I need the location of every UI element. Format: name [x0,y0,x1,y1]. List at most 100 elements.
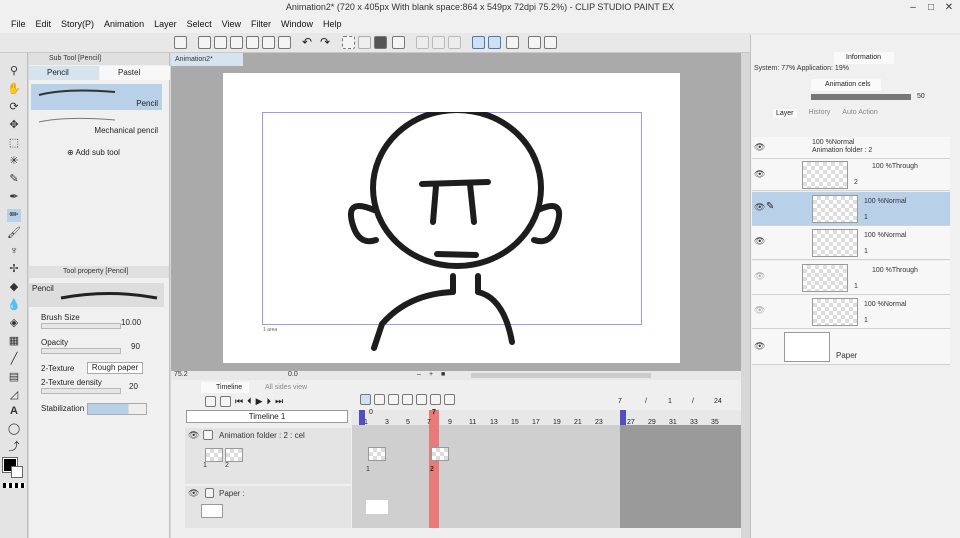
pen-icon[interactable]: ✒ [7,191,21,204]
airbrush-icon[interactable]: ♆ [7,245,21,258]
decoration-icon[interactable]: ✢ [7,263,21,276]
texture-density-value[interactable]: 20 [129,382,138,391]
eye-icon[interactable]: 👁 [754,202,765,213]
fill-icon[interactable] [374,36,387,49]
figure-icon[interactable]: ╱ [7,353,21,366]
close-button[interactable]: ✕ [942,1,956,15]
go-to-end-button[interactable]: ⏭ [275,396,283,407]
layer-row[interactable]: 👁 100 %Normal 1 [752,295,950,329]
app-icon[interactable] [174,36,187,49]
eye-icon[interactable]: 👁 [754,169,765,180]
cloud-icon[interactable] [528,36,541,49]
layer-row[interactable]: 👁 100 %Normal 1 [752,226,950,260]
eye-icon[interactable]: 👁 [754,142,765,153]
redo-icon[interactable]: ↷ [320,35,330,49]
zoom-out-button[interactable]: – [417,371,421,378]
next-frame-button[interactable]: ⏵ [267,396,272,407]
menu-story[interactable]: Story(P) [56,17,99,33]
stabilization-slider[interactable] [87,403,147,415]
play-button[interactable]: ▶ [256,396,263,407]
brush-size-slider[interactable] [41,323,121,329]
texture-density-slider[interactable] [41,388,121,394]
snap-ruler-icon[interactable] [472,36,485,49]
layer-row-paper[interactable]: 👁 Paper [752,329,950,365]
fill-bucket-icon[interactable]: ◈ [7,317,21,330]
snap-special-ruler-icon[interactable] [488,36,501,49]
text-icon[interactable]: A [7,405,21,418]
cel-1-marker[interactable] [368,447,386,461]
eye-icon[interactable]: 👁 [188,488,199,499]
menu-help[interactable]: Help [318,17,347,33]
cel-2-marker[interactable] [431,447,449,461]
hand-icon[interactable]: ✋ [7,83,21,96]
menu-view[interactable]: View [217,17,246,33]
prev-frame-button[interactable]: ⏴ [247,396,252,407]
print-icon[interactable] [262,36,275,49]
brush-size-value[interactable]: 10.00 [121,318,141,327]
track-animation-folder[interactable]: 👁 Animation folder : 2 : cel 1 2 [185,428,351,484]
menu-animation[interactable]: Animation [99,17,149,33]
specify-cel-icon[interactable] [402,394,413,405]
layer-row-selected[interactable]: 👁 ✎ 100 %Normal 1 [752,192,950,226]
move-icon[interactable]: ✥ [7,119,21,132]
eye-icon[interactable]: 👁 [754,305,765,316]
selection-icon[interactable] [342,36,355,49]
new-cel-icon[interactable] [374,394,385,405]
opacity-bar[interactable] [811,94,911,100]
layer-row-animation-folder[interactable]: 👁 100 %Normal Animation folder : 2 [752,137,950,159]
zoom-icon[interactable]: ⚲ [7,65,21,78]
tab-history[interactable]: History [809,109,831,118]
horizontal-scrollbar[interactable] [471,373,651,378]
delete-cel-icon[interactable] [416,394,427,405]
export-icon[interactable] [246,36,259,49]
go-to-start-button[interactable]: ⏮ [235,396,243,407]
pencil-icon[interactable]: ✏ [7,209,21,222]
tab-auto-action[interactable]: Auto Action [842,109,877,118]
timeline-select[interactable]: Timeline 1 [186,410,348,423]
tab-all-sides-view[interactable]: All sides view [251,382,321,393]
menu-select[interactable]: Select [182,17,217,33]
layer-row-folder-1[interactable]: 👁 100 %Through 1 [752,261,950,295]
marquee-icon[interactable]: ⬚ [7,137,21,150]
frame-icon[interactable]: ▤ [7,371,21,384]
timeline-frames-active[interactable] [352,410,620,528]
cel-thumbnail[interactable] [205,448,223,462]
fit-button[interactable]: ■ [441,371,445,378]
menu-file[interactable]: File [6,17,31,33]
deselect-icon[interactable] [358,36,371,49]
zoom-in-button[interactable]: + [429,371,433,378]
blend-icon[interactable]: 💧 [7,299,21,312]
magic-wand-icon[interactable]: ✳ [7,155,21,168]
opacity-value[interactable]: 50 [917,93,925,100]
eye-icon[interactable]: 👁 [754,236,765,247]
eyedropper-icon[interactable]: ✎ [7,173,21,186]
sub-color-swatch[interactable] [11,466,23,478]
new-file-icon[interactable] [198,36,211,49]
tab-pencil[interactable]: Pencil [29,66,99,80]
zoom-value[interactable]: 75.2 [174,371,188,378]
undo-icon[interactable]: ↶ [302,35,312,49]
eye-icon[interactable]: 👁 [188,430,199,441]
eraser-icon[interactable]: ◆ [7,281,21,294]
opacity-value[interactable]: 90 [131,342,140,351]
tab-animation-cels[interactable]: Animation cels [811,79,881,91]
menu-filter[interactable]: Filter [246,17,276,33]
companion-icon[interactable] [544,36,557,49]
new-timeline-icon[interactable] [205,396,216,407]
menu-window[interactable]: Window [276,17,318,33]
transparent-color-swatch[interactable] [3,483,25,488]
menu-layer[interactable]: Layer [149,17,182,33]
maximize-button[interactable]: □ [924,1,938,15]
assign-cel-icon[interactable] [388,394,399,405]
loop-icon[interactable] [360,394,371,405]
subtool-item-mechanical-pencil[interactable]: Mechanical pencil [31,111,162,137]
layer-row-folder-2[interactable]: 👁 100 %Through 2 [752,159,950,191]
eye-icon[interactable]: 👁 [754,271,765,282]
minimize-button[interactable]: – [906,1,920,15]
add-sub-tool-button[interactable]: ⊕ Add sub tool [67,148,120,157]
onion-skin-icon[interactable] [430,394,441,405]
settings-icon[interactable] [278,36,291,49]
brush-icon[interactable]: 🖌 [7,227,21,240]
balloon-icon[interactable]: ◯ [7,423,21,436]
rotate-icon[interactable]: ⟳ [7,101,21,114]
